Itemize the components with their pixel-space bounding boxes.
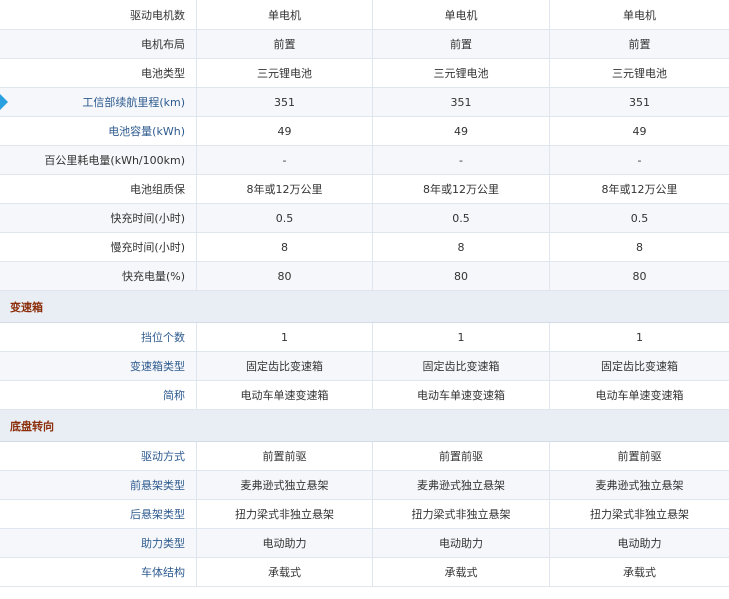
value-cell: 固定齿比变速箱 (373, 352, 550, 380)
value-cell: 三元锂电池 (373, 59, 550, 87)
value-cell: 承载式 (623, 566, 656, 579)
value-cell: 电动车单速变速箱 (197, 381, 373, 409)
table-row: 慢充时间(小时) 8 8 8 (0, 233, 729, 262)
value-cell: 49 (632, 124, 647, 138)
table-row: 电池类型 三元锂电池 三元锂电池 三元锂电池 (0, 59, 729, 88)
row-label: 电池类型 (0, 59, 197, 87)
value-cell: 80 (197, 262, 373, 290)
row-label: 电池组质保 (0, 175, 197, 203)
value-cell: 1 (636, 330, 643, 344)
value-cell: 单电机 (623, 8, 656, 22)
value-cell: 前置前驱 (197, 442, 373, 470)
value-cell: 电动车单速变速箱 (373, 381, 550, 409)
table-row: 变速箱类型 固定齿比变速箱 固定齿比变速箱 固定齿比变速箱 (0, 352, 729, 381)
value-cell: 三元锂电池 (612, 67, 667, 80)
value-cell: 8年或12万公里 (197, 175, 373, 203)
table-row: 驱动电机数 单电机 单电机 单电机 (0, 0, 729, 30)
value-cell: 承载式 (373, 558, 550, 586)
table-row: 百公里耗电量(kWh/100km) - - - (0, 146, 729, 175)
table-row: 快充时间(小时) 0.5 0.5 0.5 (0, 204, 729, 233)
row-label[interactable]: 后悬架类型 (0, 500, 197, 528)
value-cell: 351 (197, 88, 373, 116)
table-row: 助力类型 电动助力 电动助力 电动助力 (0, 529, 729, 558)
value-cell: 351 (373, 88, 550, 116)
value-cell: 麦弗逊式独立悬架 (373, 471, 550, 499)
value-cell: 前置 (628, 38, 651, 51)
value-cell: 固定齿比变速箱 (601, 360, 678, 373)
value-cell: 电动车单速变速箱 (595, 389, 684, 402)
row-label[interactable]: 变速箱类型 (0, 352, 197, 380)
value-cell: 单电机 (373, 0, 550, 29)
value-cell: 单电机 (197, 0, 373, 29)
row-label[interactable]: 前悬架类型 (0, 471, 197, 499)
value-cell: 1 (197, 323, 373, 351)
value-cell: 电动助力 (617, 537, 662, 550)
value-cell: 前置前驱 (373, 442, 550, 470)
value-cell: - (197, 146, 373, 174)
table-row: 挡位个数 1 1 1 (0, 323, 729, 352)
table-row: 驱动方式 前置前驱 前置前驱 前置前驱 (0, 442, 729, 471)
table-row: 电池组质保 8年或12万公里 8年或12万公里 8年或12万公里 (0, 175, 729, 204)
row-indicator-arrow-icon (0, 94, 8, 110)
value-cell: - (373, 146, 550, 174)
section-header-gearbox: 变速箱 (0, 291, 729, 323)
value-cell: 351 (629, 95, 650, 109)
value-cell: 三元锂电池 (197, 59, 373, 87)
value-cell: 0.5 (630, 211, 649, 225)
value-cell: 电动助力 (197, 529, 373, 557)
row-label: 快充电量(%) (0, 262, 197, 290)
value-cell: 8 (636, 240, 643, 254)
value-cell: 8 (197, 233, 373, 261)
value-cell: 0.5 (197, 204, 373, 232)
row-label: 快充时间(小时) (0, 204, 197, 232)
value-cell: 8年或12万公里 (601, 183, 678, 196)
value-cell: 扭力梁式非独立悬架 (373, 500, 550, 528)
row-label[interactable]: 驱动方式 (0, 442, 197, 470)
table-row: 电机布局 前置 前置 前置 (0, 30, 729, 59)
row-label[interactable]: 车体结构 (0, 558, 197, 586)
value-cell: 0.5 (373, 204, 550, 232)
value-cell: - (637, 153, 642, 167)
value-cell: 固定齿比变速箱 (197, 352, 373, 380)
value-cell: 麦弗逊式独立悬架 (595, 479, 684, 492)
value-cell: 前置 (197, 30, 373, 58)
table-row: 快充电量(%) 80 80 80 (0, 262, 729, 291)
row-label[interactable]: 助力类型 (0, 529, 197, 557)
value-cell: 49 (197, 117, 373, 145)
value-cell: 1 (373, 323, 550, 351)
table-row: 电池容量(kWh) 49 49 49 (0, 117, 729, 146)
row-label: 电机布局 (0, 30, 197, 58)
row-label: 驱动电机数 (0, 0, 197, 29)
row-label[interactable]: 挡位个数 (0, 323, 197, 351)
value-cell: 80 (632, 269, 647, 283)
table-row: 车体结构 承载式 承载式 承载式 (0, 558, 729, 587)
value-cell: 麦弗逊式独立悬架 (197, 471, 373, 499)
value-cell: 扭力梁式非独立悬架 (197, 500, 373, 528)
value-cell: 前置前驱 (617, 450, 662, 463)
value-cell: 扭力梁式非独立悬架 (590, 508, 689, 521)
table-row: 简称 电动车单速变速箱 电动车单速变速箱 电动车单速变速箱 (0, 381, 729, 410)
row-label[interactable]: 工信部续航里程(km) (0, 88, 197, 116)
value-cell: 80 (373, 262, 550, 290)
value-cell: 承载式 (197, 558, 373, 586)
table-row: 前悬架类型 麦弗逊式独立悬架 麦弗逊式独立悬架 麦弗逊式独立悬架 (0, 471, 729, 500)
value-cell: 前置 (373, 30, 550, 58)
row-label: 慢充时间(小时) (0, 233, 197, 261)
value-cell: 电动助力 (373, 529, 550, 557)
spec-table: 驱动电机数 单电机 单电机 单电机 电机布局 前置 前置 前置 电池类型 三元锂电池 三元锂电池 三元… (0, 0, 729, 587)
value-cell: 8 (373, 233, 550, 261)
table-row: 工信部续航里程(km) 351 351 351 (0, 88, 729, 117)
value-cell: 8年或12万公里 (373, 175, 550, 203)
section-header-chassis: 底盘转向 (0, 410, 729, 442)
table-row: 后悬架类型 扭力梁式非独立悬架 扭力梁式非独立悬架 扭力梁式非独立悬架 (0, 500, 729, 529)
row-label[interactable]: 简称 (0, 381, 197, 409)
value-cell: 49 (373, 117, 550, 145)
row-label[interactable]: 电池容量(kWh) (0, 117, 197, 145)
row-label: 百公里耗电量(kWh/100km) (0, 146, 197, 174)
